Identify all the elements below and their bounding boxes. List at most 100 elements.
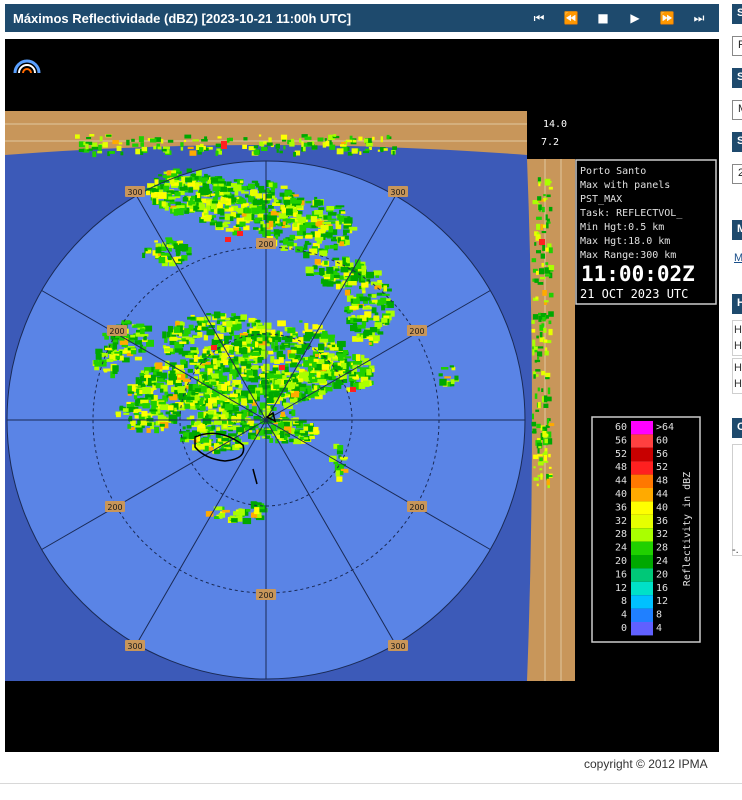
- panel-echo: [541, 323, 545, 327]
- echo-cell: [134, 356, 143, 361]
- echo-cell: [154, 179, 159, 185]
- echo-cell: [136, 388, 140, 394]
- echo-cell: [128, 417, 133, 422]
- panel-echo: [548, 186, 553, 190]
- panel-echo: [307, 142, 313, 146]
- echo-cell: [195, 317, 204, 321]
- panel-echo: [358, 136, 363, 141]
- echo-cell: [147, 422, 152, 426]
- panel-echo: [548, 311, 554, 317]
- echo-cell: [105, 347, 112, 350]
- echo-cell: [254, 507, 260, 515]
- echo-cell: [144, 374, 151, 378]
- previous-frame-button[interactable]: ⏪: [559, 7, 583, 29]
- echo-cell: [224, 403, 233, 410]
- echo-cell: [213, 311, 221, 319]
- panel-echo: [537, 346, 544, 349]
- echo-cell: [310, 216, 318, 223]
- echo-cell: [178, 332, 183, 337]
- echo-cell: [184, 328, 191, 335]
- legend-swatch: [631, 514, 653, 529]
- panel-echo: [383, 148, 388, 151]
- echo-cell: [211, 373, 219, 379]
- panel-echo: [325, 140, 330, 147]
- echo-cell: [147, 397, 151, 401]
- echo-cell: [223, 367, 230, 373]
- echo-cell: [332, 257, 340, 261]
- echo-cell: [188, 187, 194, 193]
- echo-cell: [313, 426, 319, 434]
- legend-left-label: 48: [615, 462, 627, 473]
- legend-left-label: 20: [615, 556, 627, 567]
- stop-button[interactable]: ■: [591, 7, 615, 29]
- echo-cell: [116, 411, 121, 418]
- first-frame-button[interactable]: ⏮: [527, 7, 551, 29]
- echo-cell: [103, 368, 111, 372]
- panel-echo: [280, 134, 288, 140]
- echo-cell: [352, 360, 362, 365]
- panel-echo: [541, 370, 546, 376]
- echo-cell: [162, 331, 166, 339]
- echo-cell: [130, 350, 137, 355]
- side-select-2[interactable]: M: [732, 100, 742, 120]
- top-height-panel: [5, 111, 527, 159]
- echo-cell: [228, 433, 237, 437]
- echo-cell: [365, 271, 374, 279]
- panel-echo: [83, 141, 86, 146]
- side-link[interactable]: M: [734, 252, 742, 264]
- echo-cell: [373, 315, 380, 321]
- side-select-3[interactable]: 2: [732, 164, 742, 184]
- panel-echo: [541, 231, 547, 234]
- echo-cell: [371, 299, 378, 303]
- legend-right-label: 4: [656, 623, 662, 634]
- echo-cell: [205, 214, 212, 220]
- echo-cell: [335, 205, 345, 208]
- echo-cell: [198, 412, 204, 419]
- echo-cell: [220, 209, 224, 213]
- panel-echo: [268, 137, 272, 143]
- echo-cell: [280, 411, 285, 417]
- side-heading-4: M: [732, 220, 742, 240]
- echo-cell: [241, 186, 248, 191]
- echo-cell: [276, 370, 281, 375]
- echo-cell: [298, 372, 307, 379]
- legend-left-label: 44: [615, 476, 627, 487]
- panel-echo: [539, 332, 543, 338]
- panel-echo: [261, 147, 268, 151]
- echo-cell: [189, 362, 197, 365]
- echo-core: [225, 237, 231, 242]
- echo-cell: [335, 280, 341, 284]
- echo-core: [279, 365, 285, 370]
- panel-echo: [215, 150, 218, 156]
- echo-cell: [325, 387, 333, 392]
- panel-echo: [184, 134, 192, 139]
- panel-echo: [363, 150, 369, 154]
- echo-cell: [149, 409, 158, 412]
- echo-cell: [167, 325, 174, 333]
- echo-cell: [449, 365, 454, 368]
- echo-cell: [248, 183, 256, 189]
- echo-cell: [314, 231, 321, 238]
- echo-cell: [305, 329, 313, 332]
- panel-echo: [322, 142, 327, 148]
- mid-panel-height-label: 7.2: [541, 137, 559, 148]
- echo-cell: [329, 281, 336, 285]
- echo-cell: [287, 327, 296, 334]
- legend-left-label: 12: [615, 583, 627, 594]
- legend-swatch: [631, 608, 653, 622]
- echo-cell: [224, 337, 229, 345]
- panel-echo: [537, 356, 540, 360]
- footer-divider: [0, 783, 742, 784]
- panel-echo: [218, 150, 222, 155]
- echo-cell: [325, 347, 330, 351]
- echo-cell: [217, 208, 221, 215]
- echo-cell: [102, 332, 107, 337]
- echo-cell: [160, 388, 164, 393]
- last-frame-button[interactable]: ⏭: [687, 7, 711, 29]
- echo-cell: [245, 194, 249, 198]
- play-button[interactable]: ▶: [623, 7, 647, 29]
- echo-cell: [324, 279, 329, 282]
- next-frame-button[interactable]: ⏩: [655, 7, 679, 29]
- side-select-1[interactable]: F: [732, 36, 742, 56]
- echo-cell: [189, 209, 193, 212]
